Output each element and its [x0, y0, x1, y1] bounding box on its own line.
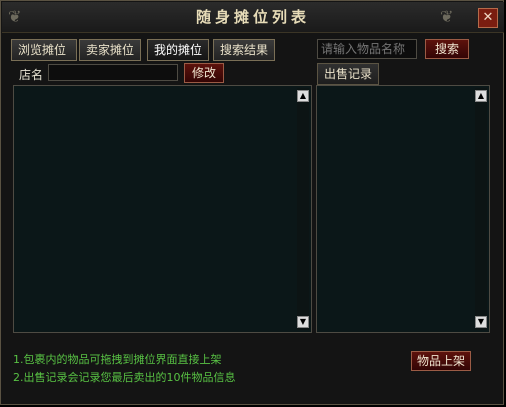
stall-scrollbar[interactable]	[297, 88, 309, 330]
edit-shop-name-button[interactable]: 修改	[184, 63, 224, 83]
title-bar[interactable]: ❦ 随身摊位列表 ❦ ✕	[2, 2, 504, 33]
sales-scrollbar[interactable]	[475, 88, 487, 330]
tab-browse-stalls[interactable]: 浏览摊位	[11, 39, 77, 61]
search-button[interactable]: 搜索	[425, 39, 469, 59]
shop-name-input[interactable]	[48, 64, 178, 81]
tab-my-stall[interactable]: 我的摊位	[147, 39, 209, 61]
sales-record-header: 出售记录	[317, 63, 380, 85]
ornament-right-icon: ❦	[440, 7, 454, 26]
tip-line-2: 2.出售记录会记录您最后卖出的10件物品信息	[13, 371, 236, 384]
search-input[interactable]	[317, 39, 417, 59]
shop-name-label: 店名	[19, 68, 44, 82]
tab-search-results[interactable]: 搜索结果	[213, 39, 275, 61]
close-button[interactable]: ✕	[478, 8, 498, 28]
scroll-up-icon[interactable]: ▲	[297, 90, 309, 102]
stall-items-panel[interactable]: ▲ ▼	[13, 85, 312, 333]
scroll-up-icon[interactable]: ▲	[475, 90, 487, 102]
scroll-down-icon[interactable]: ▼	[297, 316, 309, 328]
sales-record-panel[interactable]: ▲ ▼	[316, 85, 490, 333]
stall-list-window: ❦ 随身摊位列表 ❦ ✕ 浏览摊位 卖家摊位 我的摊位 搜索结果 搜索 店名 修…	[0, 0, 504, 405]
list-item-button[interactable]: 物品上架	[411, 351, 471, 371]
tip-line-1: 1.包裹内的物品可拖拽到摊位界面直接上架	[13, 353, 222, 366]
scroll-down-icon[interactable]: ▼	[475, 316, 487, 328]
window-title: 随身摊位列表	[195, 8, 310, 26]
tab-seller-stalls[interactable]: 卖家摊位	[79, 39, 141, 61]
